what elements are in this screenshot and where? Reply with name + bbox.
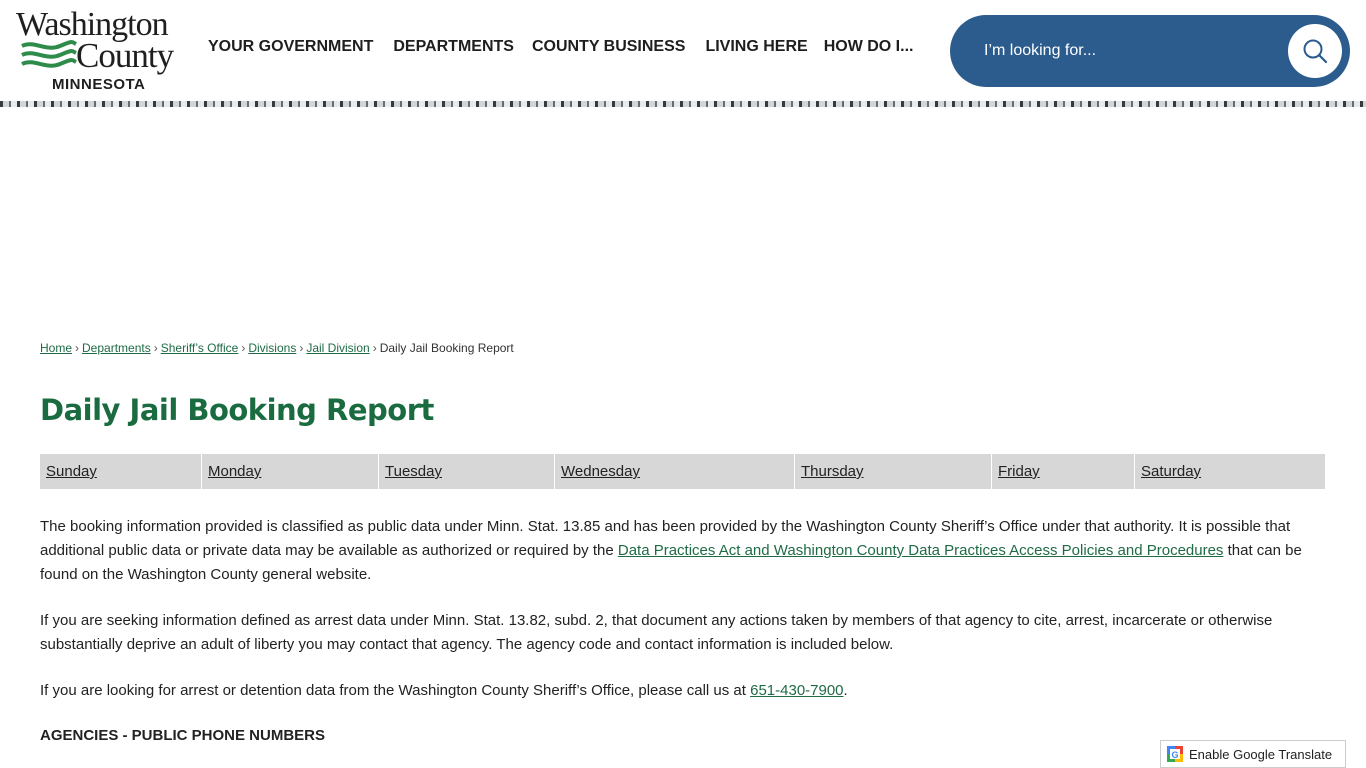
day-cell-monday: Monday: [202, 454, 379, 489]
day-link-monday[interactable]: Monday: [208, 463, 261, 480]
day-cell-tuesday: Tuesday: [379, 454, 555, 489]
breadcrumb-home[interactable]: Home: [40, 341, 72, 355]
nav-departments[interactable]: DEPARTMENTS: [393, 38, 514, 56]
day-link-tuesday[interactable]: Tuesday: [385, 463, 442, 480]
site-search: [950, 15, 1350, 87]
breadcrumb: Home › Departments › Sheriff’s Office › Divisi…: [40, 341, 514, 355]
header-banner-strip: [0, 101, 1366, 107]
day-cell-sunday: Sunday: [40, 454, 202, 489]
google-translate-button[interactable]: G Enable Google Translate: [1160, 740, 1346, 768]
site-header: Washington County MINNESOTA YOUR GOVERNM…: [0, 0, 1366, 103]
day-cell-friday: Friday: [992, 454, 1135, 489]
sheriff-phone-link[interactable]: 651-430-7900: [750, 682, 843, 699]
breadcrumb-separator: ›: [241, 341, 246, 355]
data-practices-link[interactable]: Data Practices Act and Washington County…: [618, 542, 1224, 559]
day-tabs: Sunday Monday Tuesday Wednesday Thursday…: [40, 454, 1325, 489]
logo-text-county: County: [76, 36, 174, 75]
main-nav: YOUR GOVERNMENT DEPARTMENTS COUNTY BUSIN…: [208, 38, 913, 56]
day-link-thursday[interactable]: Thursday: [801, 463, 864, 480]
county-logo[interactable]: Washington County MINNESOTA: [14, 6, 194, 96]
day-link-sunday[interactable]: Sunday: [46, 463, 97, 480]
breadcrumb-divisions[interactable]: Divisions: [248, 341, 296, 355]
breadcrumb-departments[interactable]: Departments: [82, 341, 151, 355]
nav-living-here[interactable]: LIVING HERE: [705, 38, 807, 56]
nav-your-government[interactable]: YOUR GOVERNMENT: [208, 38, 373, 56]
translate-label: Enable Google Translate: [1189, 746, 1333, 762]
breadcrumb-separator: ›: [372, 341, 377, 355]
para3-text-end: .: [843, 682, 848, 699]
breadcrumb-separator: ›: [153, 341, 158, 355]
page-title: Daily Jail Booking Report: [40, 393, 434, 427]
search-icon: [1303, 39, 1328, 64]
day-link-saturday[interactable]: Saturday: [1141, 463, 1201, 480]
contact-paragraph: If you are looking for arrest or detenti…: [40, 679, 1330, 703]
svg-text:G: G: [1171, 750, 1178, 760]
nav-county-business[interactable]: COUNTY BUSINESS: [532, 38, 686, 56]
logo-waves-icon: [21, 40, 77, 68]
google-translate-icon: G: [1167, 746, 1183, 762]
agencies-heading: AGENCIES - PUBLIC PHONE NUMBERS: [40, 727, 326, 744]
data-classification-paragraph: The booking information provided is clas…: [40, 515, 1330, 587]
logo-text-state: MINNESOTA: [52, 76, 146, 93]
breadcrumb-separator: ›: [75, 341, 80, 355]
breadcrumb-separator: ›: [299, 341, 304, 355]
breadcrumb-jail-division[interactable]: Jail Division: [306, 341, 369, 355]
day-cell-saturday: Saturday: [1135, 454, 1325, 489]
arrest-data-paragraph: If you are seeking information defined a…: [40, 612, 1273, 653]
para3-text-start: If you are looking for arrest or detenti…: [40, 682, 751, 699]
search-input[interactable]: [984, 37, 1274, 65]
day-cell-thursday: Thursday: [795, 454, 992, 489]
day-cell-wednesday: Wednesday: [555, 454, 795, 489]
breadcrumb-sheriffs-office[interactable]: Sheriff’s Office: [161, 341, 239, 355]
search-button[interactable]: [1288, 24, 1342, 78]
day-link-wednesday[interactable]: Wednesday: [561, 463, 640, 480]
day-link-friday[interactable]: Friday: [998, 463, 1040, 480]
nav-how-do-i[interactable]: HOW DO I...: [824, 38, 914, 56]
breadcrumb-current: Daily Jail Booking Report: [379, 341, 514, 355]
